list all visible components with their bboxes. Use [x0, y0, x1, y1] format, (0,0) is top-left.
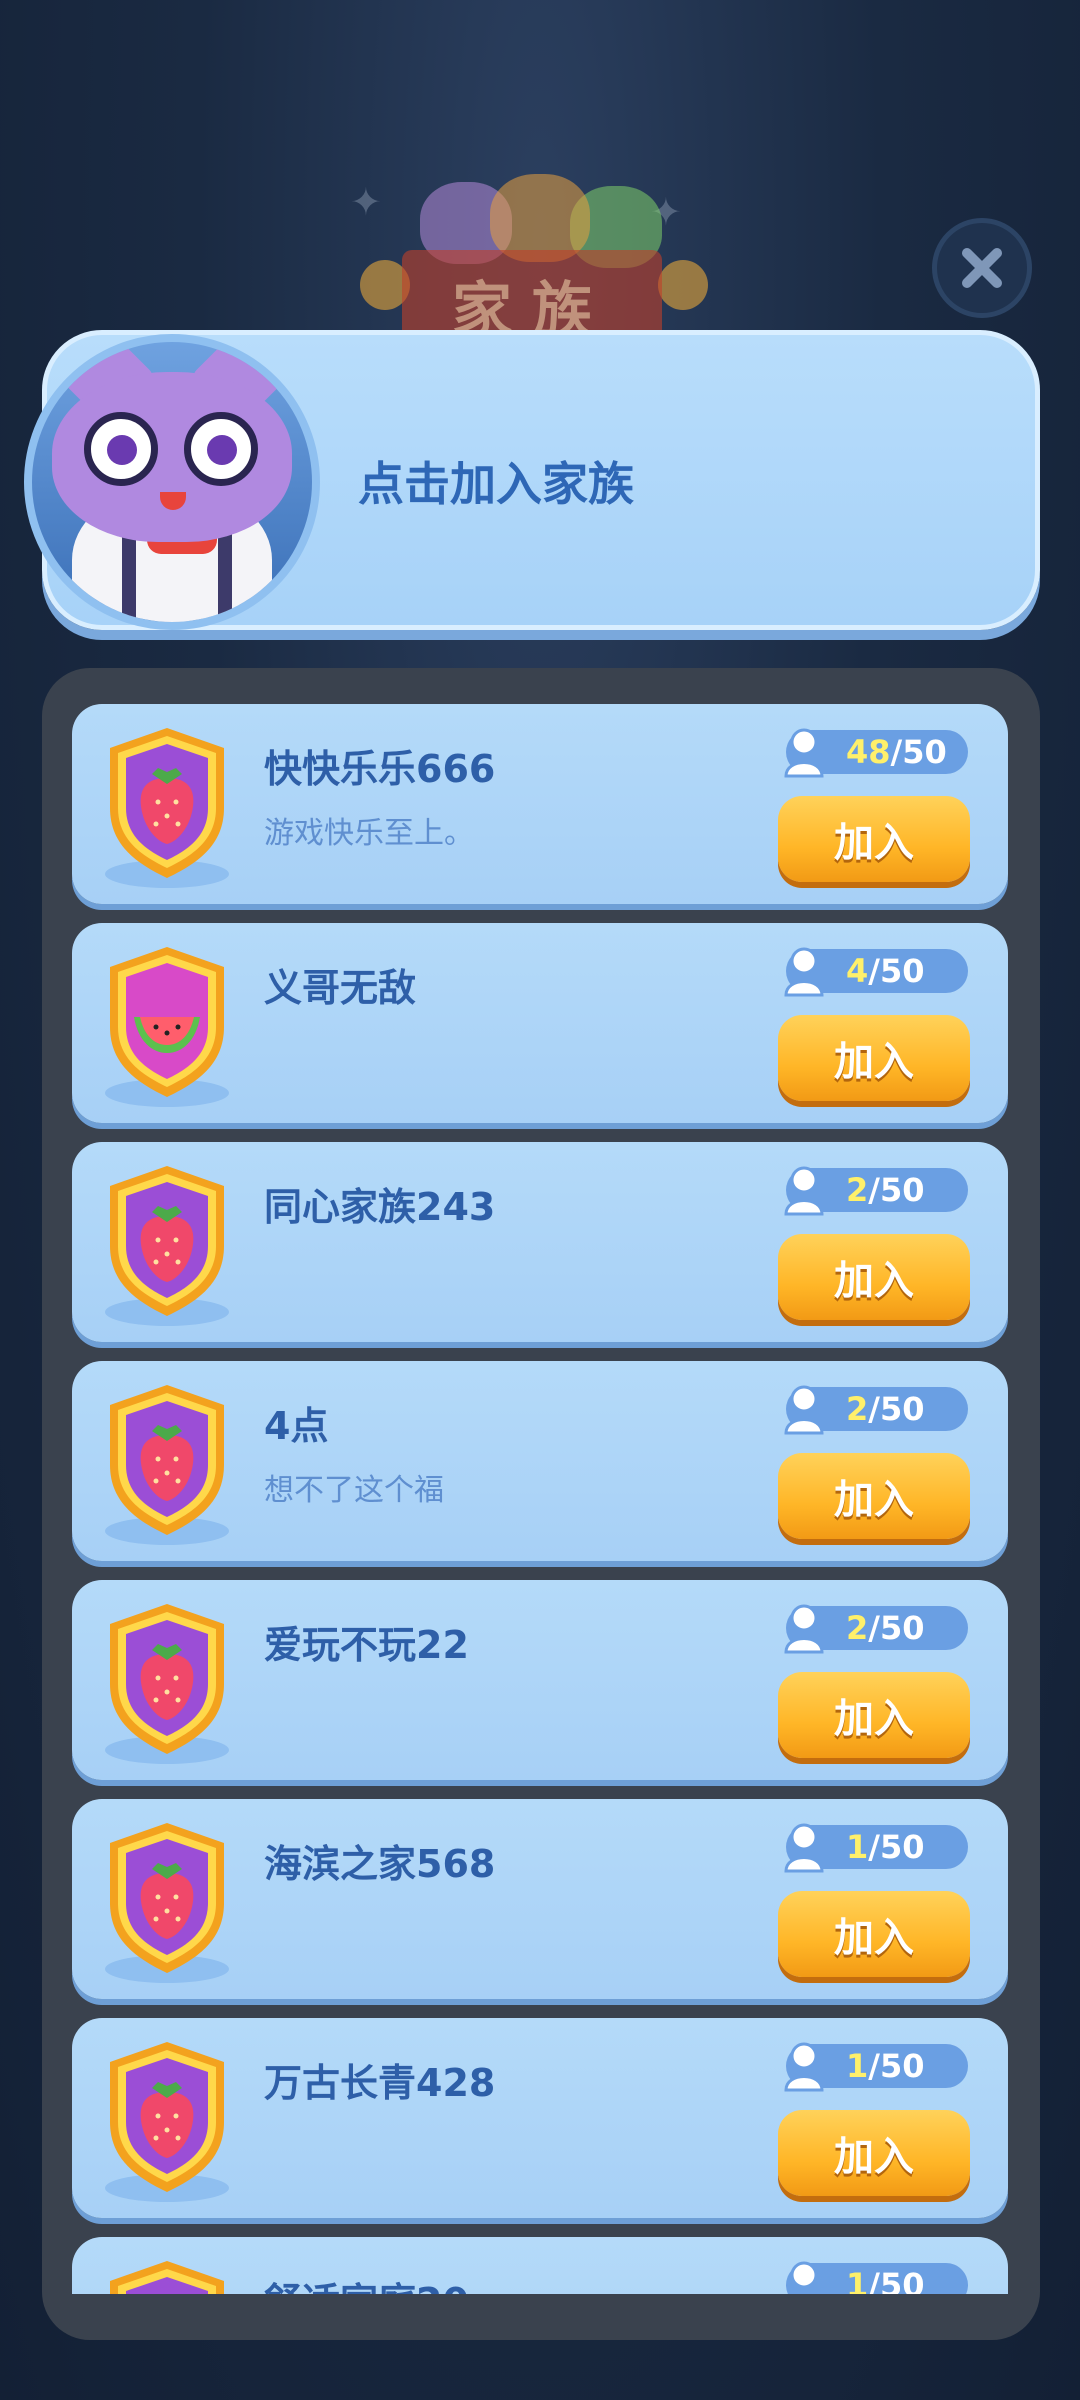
close-icon — [962, 248, 1002, 288]
member-count-max: /50 — [868, 2047, 925, 2085]
member-count-max: /50 — [868, 1390, 925, 1428]
close-button[interactable] — [932, 218, 1032, 318]
member-count: 2/50 — [784, 1385, 968, 1435]
family-card[interactable]: 海滨之家568 1/50 加入 — [72, 1799, 1008, 1999]
member-count-max: /50 — [890, 733, 947, 771]
member-count-current: 1 — [846, 1828, 869, 1866]
family-name: 快快乐乐666 — [264, 747, 496, 791]
member-count-max: /50 — [868, 952, 925, 990]
strawberry-badge-icon — [100, 722, 234, 892]
strawberry-badge-icon — [100, 1160, 234, 1330]
member-count: 4/50 — [784, 947, 968, 997]
member-count: 1/50 — [784, 2042, 968, 2092]
banner-title: 点击加入家族 — [358, 457, 634, 511]
join-button[interactable]: 加入 — [778, 2110, 970, 2196]
member-count-current: 2 — [846, 1390, 869, 1428]
family-name: 4点 — [264, 1404, 329, 1448]
strawberry-badge-icon — [100, 2255, 234, 2294]
family-name: 万古长青428 — [264, 2061, 496, 2105]
person-icon — [782, 726, 826, 778]
cat-avatar — [24, 334, 320, 630]
glasses-icon — [84, 412, 158, 486]
member-count: 2/50 — [784, 1166, 968, 1216]
family-card[interactable]: 同心家族243 2/50 加入 — [72, 1142, 1008, 1342]
join-button[interactable]: 加入 — [778, 796, 970, 882]
join-button[interactable]: 加入 — [778, 1453, 970, 1539]
person-icon — [782, 1383, 826, 1435]
family-name: 同心家族243 — [264, 1185, 496, 1229]
family-card[interactable]: 爱玩不玩22 2/50 加入 — [72, 1580, 1008, 1780]
family-name: 舒适家庭20 — [264, 2271, 469, 2294]
person-icon — [782, 1821, 826, 1873]
member-count-current: 2 — [846, 1171, 869, 1209]
member-count-max: /50 — [868, 1609, 925, 1647]
member-count-current: 1 — [846, 2266, 869, 2294]
bear-mascot-icon — [490, 174, 590, 262]
join-button[interactable]: 加入 — [778, 1672, 970, 1758]
member-count: 1/50 — [786, 2261, 968, 2294]
family-motto: 游戏快乐至上。 — [264, 816, 474, 851]
person-icon — [782, 945, 826, 997]
member-count: 1/50 — [784, 1823, 968, 1873]
family-card[interactable]: 快快乐乐666 游戏快乐至上。 48/50 加入 — [72, 704, 1008, 904]
family-name: 爱玩不玩22 — [264, 1623, 469, 1667]
family-card[interactable]: 万古长青428 1/50 加入 — [72, 2018, 1008, 2218]
member-count-current: 4 — [846, 952, 869, 990]
member-count-current: 48 — [846, 733, 891, 771]
family-card[interactable]: 舒适家庭20 1/50加入 — [72, 2237, 1008, 2294]
person-icon — [782, 1164, 826, 1216]
member-count-max: /50 — [868, 1171, 925, 1209]
member-count-max: /50 — [868, 2266, 925, 2294]
join-button[interactable]: 加入 — [778, 1891, 970, 1977]
member-count-current: 1 — [846, 2047, 869, 2085]
member-count: 2/50 — [784, 1604, 968, 1654]
family-list[interactable]: 快快乐乐666 游戏快乐至上。 48/50 加入 义哥无敌 4/50 加入 同心家族2… — [72, 704, 1008, 2294]
strawberry-badge-icon — [100, 2036, 234, 2206]
family-name: 义哥无敌 — [264, 966, 417, 1010]
family-name: 海滨之家568 — [264, 1842, 496, 1886]
star-icon: ✦ — [350, 180, 382, 224]
person-icon — [782, 2040, 826, 2092]
glasses-icon — [184, 412, 258, 486]
strawberry-badge-icon — [100, 1379, 234, 1549]
join-button[interactable]: 加入 — [778, 1015, 970, 1101]
family-motto: 想不了这个福 — [264, 1473, 444, 1508]
family-header-decoration: ✦ ✦ 家族 — [340, 150, 720, 350]
watermelon-badge-icon — [100, 941, 234, 1111]
member-count: 48/50 — [784, 728, 968, 778]
person-icon — [782, 1602, 826, 1654]
person-icon — [782, 2259, 826, 2294]
strawberry-badge-icon — [100, 1598, 234, 1768]
family-card[interactable]: 4点想不了这个福 2/50 加入 — [72, 1361, 1008, 1561]
member-count-max: /50 — [868, 1828, 925, 1866]
member-count-current: 2 — [846, 1609, 869, 1647]
join-button[interactable]: 加入 — [778, 1234, 970, 1320]
strawberry-badge-icon — [100, 1817, 234, 1987]
family-card[interactable]: 义哥无敌 4/50 加入 — [72, 923, 1008, 1123]
